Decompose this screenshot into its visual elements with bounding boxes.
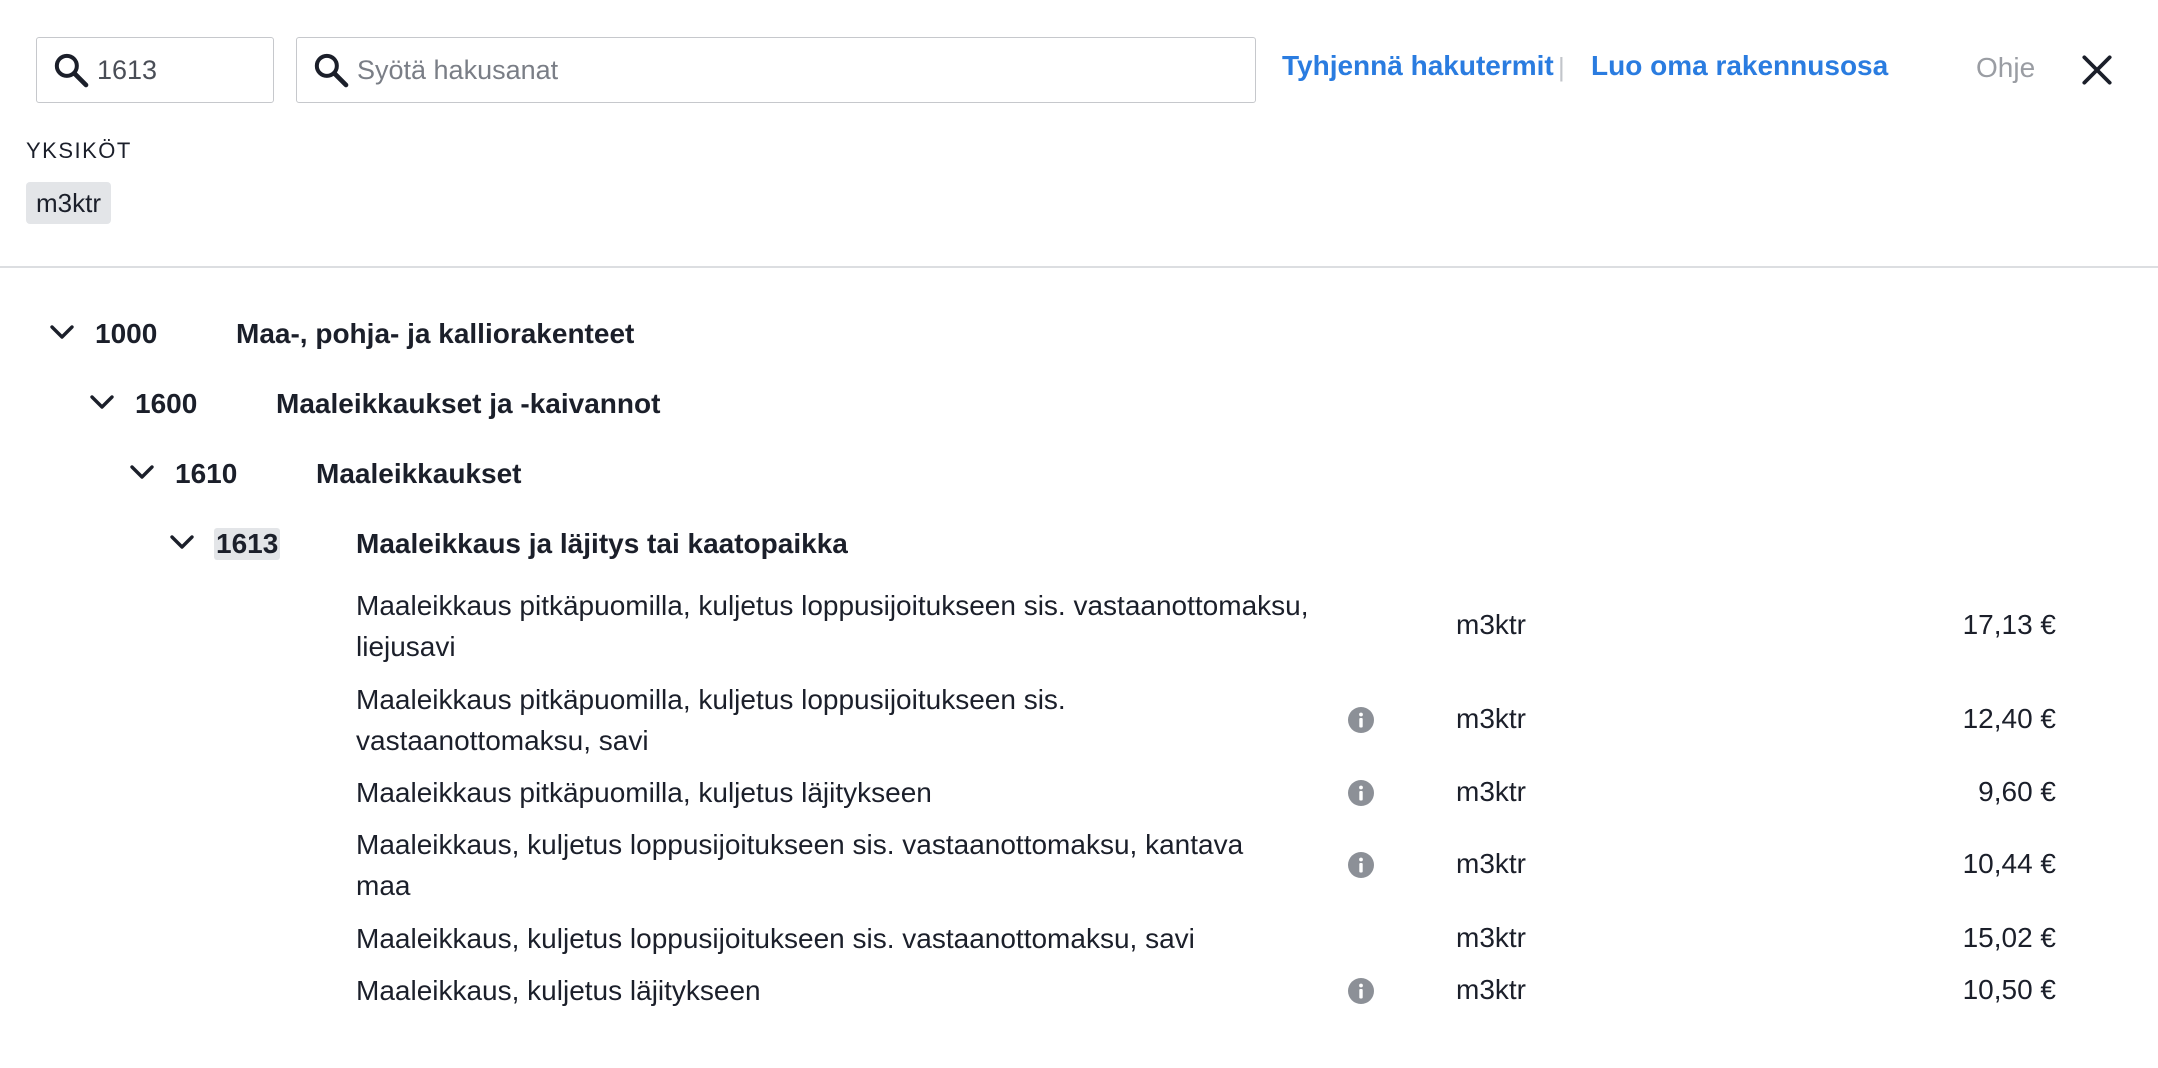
search-icon xyxy=(54,53,89,88)
item-description: Maaleikkaus pitkäpuomilla, kuljetus lopp… xyxy=(356,590,1309,662)
item-description: Maaleikkaus pitkäpuomilla, kuljetus lopp… xyxy=(356,684,1066,756)
tree-name: Maaleikkaukset ja -kaivannot xyxy=(276,388,661,419)
keyword-search-field[interactable] xyxy=(296,37,1256,103)
item-unit: m3ktr xyxy=(1456,974,1526,1005)
help-link[interactable]: Ohje xyxy=(1976,52,2035,84)
item-unit: m3ktr xyxy=(1456,848,1526,879)
item-price: 12,40 € xyxy=(1962,703,2056,734)
tree-code: 1000 xyxy=(95,318,158,349)
item-price: 15,02 € xyxy=(1962,922,2056,953)
item-description: Maaleikkaus, kuljetus läjitykseen xyxy=(356,975,761,1006)
info-icon[interactable] xyxy=(1347,851,1375,879)
item-price: 10,44 € xyxy=(1962,848,2056,879)
tree-code: 1600 xyxy=(135,388,198,419)
chevron-down-icon[interactable] xyxy=(88,392,116,412)
tree-name: Maaleikkaukset xyxy=(316,458,522,489)
item-description: Maaleikkaus, kuljetus loppusijoitukseen … xyxy=(356,829,1244,901)
search-icon xyxy=(314,53,349,88)
chevron-down-icon[interactable] xyxy=(128,462,156,482)
units-label: YKSIKÖT xyxy=(26,138,132,163)
item-description: Maaleikkaus pitkäpuomilla, kuljetus läji… xyxy=(356,777,932,808)
link-separator: | xyxy=(1558,52,1565,82)
clear-search-link[interactable]: Tyhjennä hakutermit xyxy=(1282,50,1554,82)
info-icon[interactable] xyxy=(1347,779,1375,807)
keyword-search-input[interactable] xyxy=(357,54,1255,86)
code-search-input[interactable] xyxy=(97,54,273,86)
chevron-down-icon[interactable] xyxy=(48,322,76,342)
tree-code-highlighted: 1613 xyxy=(214,528,281,560)
item-price: 10,50 € xyxy=(1962,974,2056,1005)
tree-name: Maaleikkaus ja läjitys tai kaatopaikka xyxy=(356,528,848,559)
item-unit: m3ktr xyxy=(1456,609,1526,640)
info-icon[interactable] xyxy=(1347,977,1375,1005)
close-icon[interactable] xyxy=(2078,51,2116,89)
search-bar: Tyhjennä hakutermit | Luo oma rakennusos… xyxy=(0,0,2158,140)
item-unit: m3ktr xyxy=(1456,922,1526,953)
item-unit: m3ktr xyxy=(1456,776,1526,807)
item-price: 9,60 € xyxy=(1978,776,2056,807)
item-price: 17,13 € xyxy=(1962,609,2056,640)
tree-name: Maa-, pohja- ja kalliorakenteet xyxy=(236,318,635,349)
tree-code: 1610 xyxy=(175,458,238,489)
code-search-field[interactable] xyxy=(36,37,274,103)
create-component-link[interactable]: Luo oma rakennusosa xyxy=(1591,50,1888,82)
info-icon[interactable] xyxy=(1347,706,1375,734)
item-unit: m3ktr xyxy=(1456,703,1526,734)
divider xyxy=(0,266,2158,268)
item-description: Maaleikkaus, kuljetus loppusijoitukseen … xyxy=(356,923,1195,954)
chevron-down-icon[interactable] xyxy=(168,532,196,552)
unit-filter-chip[interactable]: m3ktr xyxy=(26,182,111,224)
